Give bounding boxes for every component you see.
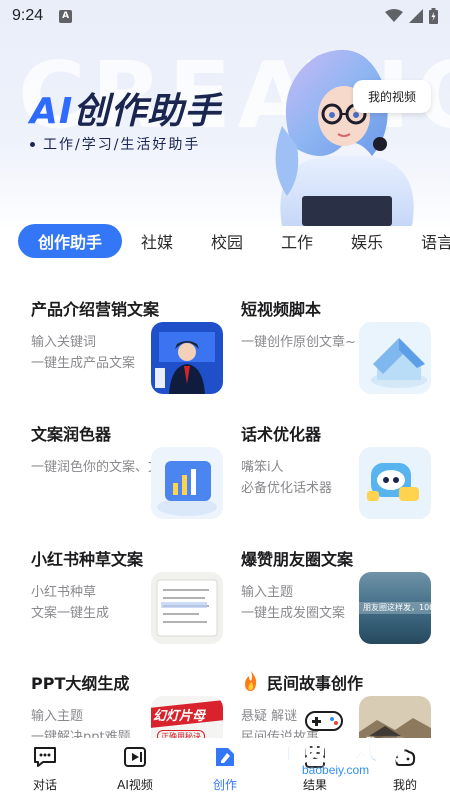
nav-label: 对话 xyxy=(32,778,57,792)
notebook-illustration xyxy=(151,572,223,644)
video-icon xyxy=(124,747,146,767)
card-desc-line: 一键生成发圈文案 xyxy=(241,606,346,621)
site-watermark-url: baobeiy.com xyxy=(302,763,370,777)
category-tabs: 创作助手 社媒 校园 工作 娱乐 语言 xyxy=(0,224,450,262)
nav-label: 创作 xyxy=(212,778,237,792)
card-moments-copy[interactable]: 爆赞朋友圈文案 输入主题 一键生成发圈文案 朋友圈这样发，100 xyxy=(241,546,441,656)
presenter-illustration xyxy=(151,322,223,394)
house-3d-illustration xyxy=(359,322,431,394)
card-desc-line: 输入关键词 xyxy=(31,335,97,350)
site-watermark: 宝贝游戏网 baobeiy.com xyxy=(275,703,426,783)
signal-icon xyxy=(409,9,423,23)
card-title: PPT大纲生成 xyxy=(31,674,130,693)
tab-creation-assistant[interactable]: 创作助手 xyxy=(18,224,122,258)
tab-work[interactable]: 工作 xyxy=(270,224,324,258)
ppt-banner-text: 幻灯片母 xyxy=(153,709,206,724)
card-desc-line: 文案一键生成 xyxy=(31,606,110,621)
card-xiaohongshu-copy[interactable]: 小红书种草文案 小红书种草 文案一键生成 xyxy=(31,546,231,656)
card-title: 民间故事创作 xyxy=(267,674,364,693)
card-speech-optimizer[interactable]: 话术优化器 嘴笨i人 必备优化话术器 xyxy=(241,421,441,531)
create-icon xyxy=(216,748,234,766)
tab-campus[interactable]: 校园 xyxy=(200,224,254,258)
card-desc-line: 一键生成产品文案 xyxy=(31,356,136,371)
status-indicators xyxy=(385,8,438,24)
site-watermark-text: 宝贝游戏网 xyxy=(275,736,407,766)
tab-entertainment[interactable]: 娱乐 xyxy=(340,224,394,258)
hero-title-ai: AI xyxy=(30,91,74,132)
card-title: 爆赞朋友圈文案 xyxy=(241,550,354,569)
bullet-dot xyxy=(30,141,35,147)
nav-chat[interactable]: 对话 xyxy=(9,744,81,800)
wifi-icon xyxy=(385,9,403,22)
fire-icon xyxy=(245,671,257,691)
card-title: 小红书种草文案 xyxy=(31,550,144,569)
nav-create[interactable]: 创作 xyxy=(189,744,261,800)
nav-ai-video[interactable]: AI视频 xyxy=(99,744,171,800)
chat-icon xyxy=(34,747,56,767)
card-title: 产品介绍营销文案 xyxy=(31,300,160,319)
hero-subtitle: 工作/学习/生活好助手 xyxy=(30,134,200,154)
card-product-marketing-copy[interactable]: 产品介绍营销文案 输入关键词 一键生成产品文案 xyxy=(31,296,231,406)
notification-icon: A xyxy=(59,9,73,23)
status-bar: 9:24 A xyxy=(0,0,450,32)
card-desc-line: 嘴笨i人 xyxy=(241,460,284,475)
sea-photo: 朋友圈这样发，100 xyxy=(359,572,431,644)
tab-language[interactable]: 语言 xyxy=(410,224,450,258)
card-desc-line: 输入主题 xyxy=(31,709,84,724)
card-description: 小红书种草 文案一键生成 xyxy=(31,582,109,624)
card-description: 一键创作原创文章~ xyxy=(241,332,356,353)
card-title: 文案润色器 xyxy=(31,425,112,444)
tab-social-media[interactable]: 社媒 xyxy=(130,224,184,258)
my-video-button[interactable]: 我的视频 xyxy=(353,80,431,113)
card-short-video-script[interactable]: 短视频脚本 一键创作原创文章~ xyxy=(241,296,441,406)
robot-chat-illustration xyxy=(359,447,431,519)
hero-title-rest: 创作助手 xyxy=(73,91,222,132)
status-time: 9:24 xyxy=(12,7,44,24)
avatar-illustration xyxy=(275,49,414,226)
nav-label: AI视频 xyxy=(117,778,153,792)
hero-subtitle-text: 工作/学习/生活好助手 xyxy=(43,137,201,153)
moments-caption: 朋友圈这样发，100 xyxy=(363,603,431,612)
card-copy-polisher[interactable]: 文案润色器 一键润色你的文案、文章 xyxy=(31,421,231,531)
card-description: 输入关键词 一键生成产品文案 xyxy=(31,332,135,374)
card-description: 输入主题 一键生成发圈文案 xyxy=(241,582,345,624)
battery-icon xyxy=(429,8,438,24)
card-desc-line: 必备优化话术器 xyxy=(241,481,333,496)
card-desc-line: 一键创作原创文章~ xyxy=(241,335,356,350)
chart-3d-illustration xyxy=(151,447,223,519)
card-title: 话术优化器 xyxy=(241,425,322,444)
gamepad-icon xyxy=(305,711,343,731)
card-desc-line: 输入主题 xyxy=(241,585,294,600)
card-description: 嘴笨i人 必备优化话术器 xyxy=(241,457,332,499)
hero-title: AI创作助手 xyxy=(30,82,221,134)
card-title: 短视频脚本 xyxy=(241,300,322,319)
card-desc-line: 小红书种草 xyxy=(31,585,97,600)
